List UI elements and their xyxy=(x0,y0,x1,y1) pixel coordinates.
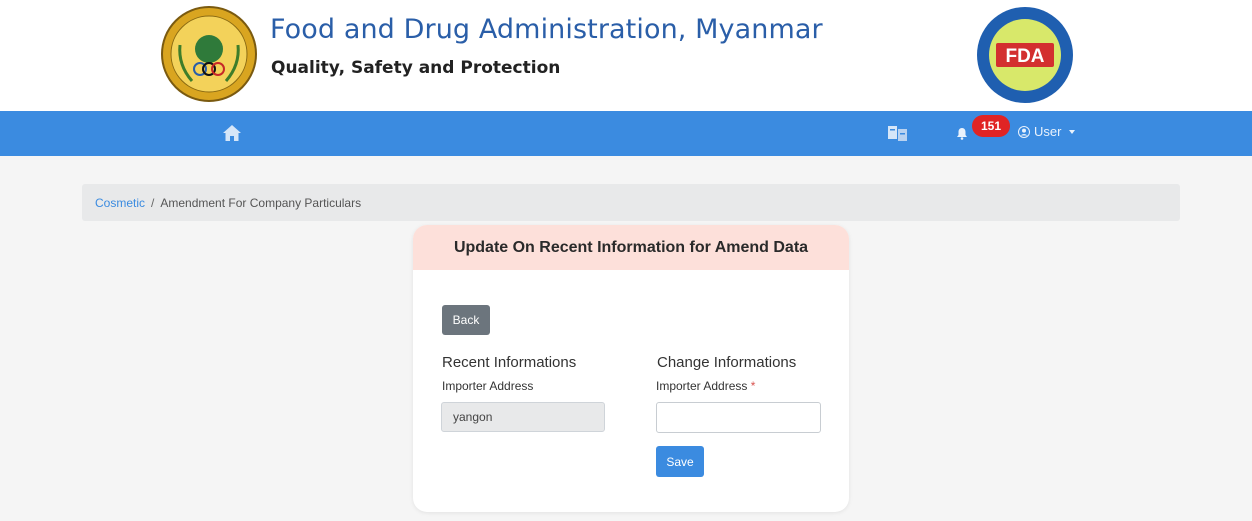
site-subtitle: Quality, Safety and Protection xyxy=(271,58,561,78)
site-title: Food and Drug Administration, Myanmar xyxy=(270,14,823,45)
save-button[interactable]: Save xyxy=(656,446,704,477)
breadcrumb-link-cosmetic[interactable]: Cosmetic xyxy=(95,196,145,210)
breadcrumb: Cosmetic / Amendment For Company Particu… xyxy=(82,184,1180,221)
back-button[interactable]: Back xyxy=(442,305,490,335)
bell-icon[interactable] xyxy=(956,127,968,140)
change-informations-heading: Change Informations xyxy=(657,354,797,371)
change-importer-address-label-text: Importer Address xyxy=(656,379,748,393)
top-navbar: 151 User xyxy=(0,111,1252,156)
user-menu[interactable]: User xyxy=(1018,124,1076,139)
change-importer-address-input[interactable] xyxy=(656,402,821,433)
site-header: Food and Drug Administration, Myanmar Qu… xyxy=(0,0,1252,111)
recent-importer-address-label: Importer Address xyxy=(442,379,534,393)
fda-logo-text: FDA xyxy=(1005,46,1044,67)
language-icon[interactable] xyxy=(887,123,909,143)
amend-data-card: Update On Recent Information for Amend D… xyxy=(413,225,849,512)
user-icon xyxy=(1018,125,1030,138)
user-menu-label: User xyxy=(1034,124,1062,139)
fda-logo: FDA xyxy=(977,7,1073,103)
ministry-logo xyxy=(161,6,257,102)
card-title: Update On Recent Information for Amend D… xyxy=(413,225,849,270)
breadcrumb-current: Amendment For Company Particulars xyxy=(160,195,362,210)
recent-informations-heading: Recent Informations xyxy=(442,354,577,371)
recent-importer-address-field: yangon xyxy=(441,402,605,432)
notification-badge[interactable]: 151 xyxy=(972,115,1010,137)
caret-down-icon xyxy=(1069,129,1076,134)
change-importer-address-label: Importer Address * xyxy=(656,379,755,393)
required-mark: * xyxy=(750,379,756,393)
home-icon[interactable] xyxy=(222,123,242,143)
breadcrumb-separator: / xyxy=(151,195,155,210)
